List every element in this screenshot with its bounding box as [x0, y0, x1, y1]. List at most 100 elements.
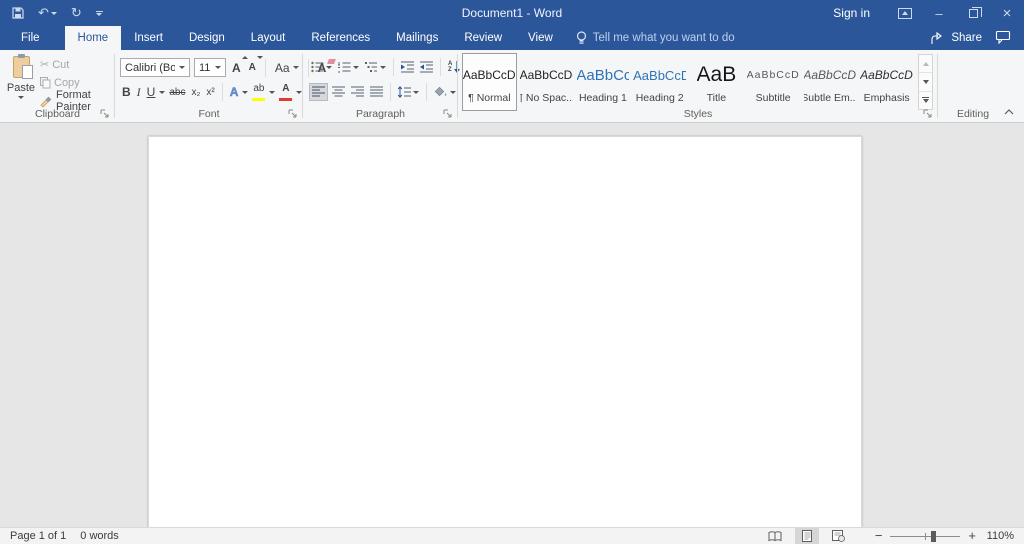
font-color-button[interactable]: A — [277, 84, 294, 101]
strikethrough-button[interactable]: abc — [167, 84, 187, 101]
share-button[interactable]: Share — [931, 32, 982, 45]
tab-references[interactable]: References — [298, 26, 383, 50]
shrink-font-label: A — [249, 62, 256, 73]
editing-group-label: Editing — [938, 108, 1008, 120]
undo-button[interactable]: ↶ — [38, 5, 57, 21]
print-layout-button[interactable] — [795, 528, 819, 544]
web-layout-button[interactable] — [827, 528, 851, 544]
comments-icon[interactable] — [996, 31, 1010, 46]
ribbon-display-options-icon[interactable] — [888, 0, 922, 26]
style-title[interactable]: AaB Title — [689, 53, 744, 111]
tab-insert[interactable]: Insert — [121, 26, 176, 50]
tab-review[interactable]: Review — [451, 26, 515, 50]
style-normal[interactable]: AaBbCcDc ¶ Normal — [462, 53, 517, 111]
style-sample: AaBbCcD — [747, 60, 800, 90]
zoom-slider-handle[interactable] — [931, 531, 936, 542]
read-mode-button[interactable] — [763, 528, 787, 544]
decrease-indent-button[interactable] — [399, 58, 416, 76]
print-layout-icon — [801, 530, 813, 542]
web-layout-icon — [832, 530, 845, 542]
style-sample: AaBbCcD — [633, 60, 686, 90]
paint-bucket-icon — [434, 86, 448, 98]
font-name-combobox[interactable]: Calibri (Body) — [120, 58, 190, 77]
undo-icon: ↶ — [38, 5, 49, 21]
customize-quick-access-toolbar-icon[interactable] — [96, 11, 103, 16]
format-painter-button[interactable]: Format Painter — [38, 92, 115, 109]
decrease-indent-icon — [401, 61, 414, 73]
line-spacing-icon — [398, 86, 411, 98]
italic-button[interactable]: I — [135, 84, 143, 101]
font-color-label: A — [282, 84, 289, 94]
close-button[interactable]: × — [990, 0, 1024, 26]
style-heading-2[interactable]: AaBbCcD Heading 2 — [632, 53, 687, 111]
sign-in-button[interactable]: Sign in — [815, 6, 888, 20]
font-size-value: 11 — [199, 62, 211, 74]
style-label: Subtitle — [756, 92, 791, 104]
save-icon[interactable] — [12, 7, 24, 19]
superscript-button[interactable]: x² — [204, 84, 216, 101]
multilevel-list-button[interactable] — [363, 58, 388, 76]
document-page[interactable] — [148, 136, 862, 527]
cut-button[interactable]: ✂ Cut — [38, 56, 115, 73]
share-icon — [931, 32, 946, 45]
copy-icon — [40, 77, 51, 89]
text-effects-caret[interactable] — [242, 91, 248, 94]
font-name-value: Calibri (Body) — [125, 62, 175, 74]
tab-home[interactable]: Home — [65, 26, 122, 50]
tab-design[interactable]: Design — [176, 26, 238, 50]
subscript-button[interactable]: x₂ — [189, 84, 202, 101]
style-subtitle[interactable]: AaBbCcD Subtitle — [746, 53, 801, 111]
tab-mailings[interactable]: Mailings — [383, 26, 451, 50]
styles-group: AaBbCcDc ¶ Normal AaBbCcDc ¶ No Spac... … — [458, 50, 938, 122]
shrink-caret-icon — [257, 56, 263, 59]
redo-icon[interactable]: ↻ — [71, 5, 82, 21]
underline-button[interactable]: U — [145, 84, 158, 101]
text-effects-button[interactable]: A — [228, 84, 241, 101]
paste-dropdown-caret[interactable] — [18, 96, 24, 99]
grow-font-button[interactable]: A — [230, 59, 243, 76]
change-case-button[interactable]: Aa — [273, 59, 301, 76]
styles-more-button[interactable] — [919, 92, 932, 109]
align-center-button[interactable] — [330, 83, 347, 101]
word-count[interactable]: 0 words — [80, 530, 119, 542]
zoom-percentage[interactable]: 110% — [984, 530, 1014, 542]
styles-scroll-down-button[interactable] — [919, 73, 932, 91]
increase-indent-button[interactable] — [418, 58, 435, 76]
zoom-slider[interactable] — [890, 530, 960, 543]
align-left-button[interactable] — [309, 83, 328, 101]
style-no-spacing[interactable]: AaBbCcDc ¶ No Spac... — [519, 53, 574, 111]
ribbon-tab-bar: File Home Insert Design Layout Reference… — [0, 26, 1024, 50]
collapse-ribbon-icon[interactable] — [1002, 106, 1016, 118]
highlight-caret[interactable] — [269, 91, 275, 94]
styles-scroll-up-button[interactable] — [919, 55, 932, 73]
tab-view[interactable]: View — [515, 26, 566, 50]
numbering-button[interactable] — [336, 58, 361, 76]
title-bar: ↶ ↻ Document1 - Word Sign in – × — [0, 0, 1024, 26]
align-left-icon — [312, 86, 325, 98]
change-case-label: Aa — [275, 61, 290, 75]
justify-button[interactable] — [368, 83, 385, 101]
style-subtle-emphasis[interactable]: AaBbCcDa Subtle Em... — [803, 53, 858, 111]
minimize-button[interactable]: – — [922, 0, 956, 26]
zoom-out-button[interactable]: − — [875, 531, 883, 541]
bullets-button[interactable] — [309, 58, 334, 76]
line-spacing-button[interactable] — [396, 83, 421, 101]
shrink-font-button[interactable]: A — [247, 59, 258, 76]
text-highlight-button[interactable]: ab — [250, 84, 267, 101]
clipboard-group-label: Clipboard — [0, 108, 115, 120]
zoom-in-button[interactable]: + — [968, 531, 976, 541]
style-emphasis[interactable]: AaBbCcDa Emphasis — [859, 53, 914, 111]
underline-dropdown-caret[interactable] — [159, 91, 165, 94]
tab-layout[interactable]: Layout — [238, 26, 299, 50]
tab-file[interactable]: File — [8, 26, 53, 50]
ribbon-home: Paste ✂ Cut Copy Format Painter — [0, 50, 1024, 123]
page-indicator[interactable]: Page 1 of 1 — [10, 530, 66, 542]
restore-button[interactable] — [956, 0, 990, 26]
align-right-button[interactable] — [349, 83, 366, 101]
bold-button[interactable]: B — [120, 84, 133, 101]
style-heading-1[interactable]: AaBbCc Heading 1 — [576, 53, 631, 111]
font-size-combobox[interactable]: 11 — [194, 58, 226, 77]
tell-me-box[interactable]: Tell me what you want to do — [576, 26, 735, 50]
shading-button[interactable] — [432, 83, 458, 101]
undo-dropdown-caret[interactable] — [51, 12, 57, 15]
